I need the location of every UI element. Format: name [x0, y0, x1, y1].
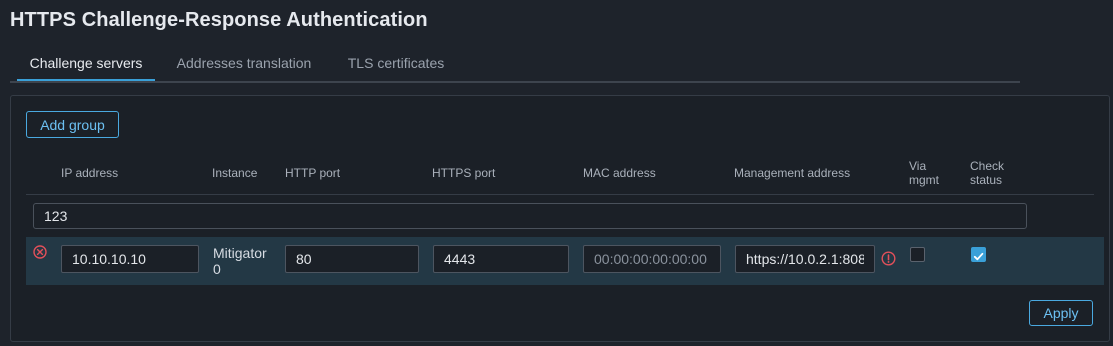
add-group-button[interactable]: Add group [26, 111, 119, 138]
mac-address-field[interactable] [583, 245, 721, 273]
page-title: HTTPS Challenge-Response Authentication [10, 9, 428, 31]
https-port-field[interactable] [433, 245, 569, 273]
circle-x-icon[interactable] [33, 245, 47, 259]
col-via-mgmt-line2: mgmt [909, 173, 939, 187]
instance-line1: Mitigator [213, 245, 267, 261]
management-address-field[interactable] [735, 245, 875, 273]
apply-button[interactable]: Apply [1029, 300, 1093, 326]
challenge-servers-panel: Add group IP address Instance HTTP port … [10, 95, 1110, 342]
col-check-status-line2: status [970, 173, 1003, 187]
col-ip-address: IP address [61, 166, 119, 180]
tab-addresses-translation[interactable]: Addresses translation [168, 48, 320, 79]
via-mgmt-checkbox[interactable] [910, 247, 925, 262]
tab-challenge-servers[interactable]: Challenge servers [17, 48, 155, 81]
col-management-address: Management address [734, 166, 851, 180]
group-name-input[interactable] [33, 203, 1027, 229]
header-divider [26, 194, 1094, 195]
col-http-port: HTTP port [285, 166, 341, 180]
http-port-field[interactable] [285, 245, 419, 273]
instance-cell: Mitigator 0 [213, 245, 267, 277]
checkmark-icon [973, 249, 984, 267]
col-check-status-line1: Check [970, 159, 1005, 173]
check-status-checkbox[interactable] [971, 247, 986, 262]
col-via-mgmt-line1: Via [909, 159, 927, 173]
col-instance: Instance [212, 166, 258, 180]
tab-tls-certificates[interactable]: TLS certificates [338, 48, 454, 79]
col-via-mgmt: Via mgmt [909, 159, 939, 187]
instance-line2: 0 [213, 261, 221, 277]
col-mac-address: MAC address [583, 166, 656, 180]
col-check-status: Check status [970, 159, 1004, 187]
table-row: Mitigator 0 [26, 237, 1104, 285]
ip-address-field[interactable] [61, 245, 199, 273]
col-https-port: HTTPS port [432, 166, 496, 180]
info-circle-icon[interactable] [881, 251, 896, 266]
tab-bar: Challenge servers Addresses translation … [10, 48, 1020, 83]
